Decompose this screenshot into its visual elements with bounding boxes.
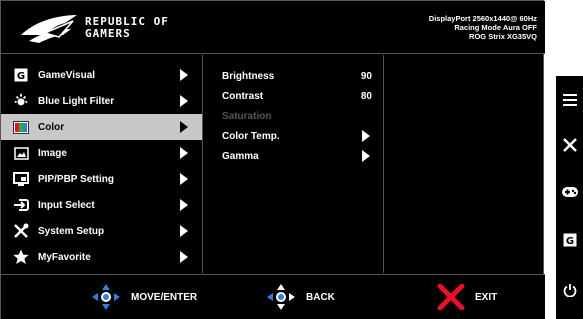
sub-menu-label: Brightness xyxy=(222,70,275,82)
sub-menu-item-color-temp[interactable]: Color Temp. xyxy=(222,127,372,145)
input-icon xyxy=(13,197,29,213)
sub-menu-label: Contrast xyxy=(222,90,264,102)
side-gamevisual-button[interactable]: G xyxy=(556,226,583,254)
main-menu-label: Color xyxy=(38,121,65,133)
sub-menu-item-brightness[interactable]: Brightness 90 xyxy=(222,67,372,85)
main-menu-item-input-select[interactable]: Input Select xyxy=(1,192,202,218)
sub-menu-item-saturation: Saturation xyxy=(222,107,372,125)
side-menu-button[interactable] xyxy=(556,86,583,114)
exit-hint: EXIT xyxy=(437,283,497,311)
value-panel xyxy=(385,55,545,273)
arrow-right-icon xyxy=(180,121,188,133)
input-info: DisplayPort 2560x1440@ 60Hz Racing Mode … xyxy=(429,14,537,41)
osd-panel: REPUBLIC OF GAMERS DisplayPort 2560x1440… xyxy=(0,0,545,319)
arrow-right-icon xyxy=(180,199,188,211)
side-close-button[interactable] xyxy=(556,131,583,159)
side-power-button[interactable] xyxy=(556,276,583,304)
sub-menu-label: Gamma xyxy=(222,150,259,162)
arrow-right-icon xyxy=(180,69,188,81)
sub-menu-label: Color Temp. xyxy=(222,130,280,142)
joystick-move-icon xyxy=(92,284,120,310)
arrow-right-icon xyxy=(180,251,188,263)
info-mode: Racing Mode Aura OFF xyxy=(454,23,537,32)
arrow-right-icon xyxy=(362,150,370,162)
main-menu-item-system-setup[interactable]: System Setup xyxy=(1,218,202,244)
arrow-right-icon xyxy=(180,173,188,185)
menu-area: G GameVisual Blue Light Filter Color Ima… xyxy=(1,55,545,273)
main-menu-item-color[interactable]: Color xyxy=(1,114,202,140)
main-menu-item-pip-pbp[interactable]: PIP/PBP Setting xyxy=(1,166,202,192)
arrow-right-icon xyxy=(180,225,188,237)
sub-menu-label: Saturation xyxy=(222,110,272,122)
star-icon xyxy=(13,249,29,265)
info-model: ROG Strix XG35VQ xyxy=(469,32,537,41)
tools-icon xyxy=(13,223,29,239)
info-resolution: DisplayPort 2560x1440@ 60Hz xyxy=(428,14,537,23)
move-enter-hint: MOVE/ENTER xyxy=(91,283,197,311)
arrow-right-icon xyxy=(180,95,188,107)
main-menu-label: GameVisual xyxy=(38,69,96,81)
main-menu: G GameVisual Blue Light Filter Color Ima… xyxy=(1,55,203,273)
power-icon xyxy=(563,284,576,297)
brand-text: REPUBLIC OF GAMERS xyxy=(85,16,169,40)
back-label: BACK xyxy=(306,291,335,303)
main-menu-label: Blue Light Filter xyxy=(38,95,115,107)
main-menu-item-gamevisual[interactable]: G GameVisual xyxy=(1,62,202,88)
brand-line2: GAMERS xyxy=(85,27,131,40)
main-menu-label: PIP/PBP Setting xyxy=(38,173,114,185)
svg-text:G: G xyxy=(17,71,25,82)
sub-menu: Brightness 90 Contrast 80 Saturation Col… xyxy=(204,55,384,273)
contrast-value: 80 xyxy=(360,90,372,102)
main-menu-label: Input Select xyxy=(38,199,95,211)
move-enter-label: MOVE/ENTER xyxy=(131,291,198,303)
gamevisual-icon: G xyxy=(563,233,576,247)
arrow-right-icon xyxy=(180,147,188,159)
exit-x-icon xyxy=(437,284,465,310)
gamepad-icon xyxy=(561,187,578,197)
back-hint: BACK xyxy=(266,283,335,311)
joystick-back-icon xyxy=(267,284,295,310)
exit-label: EXIT xyxy=(475,291,498,303)
side-button-strip: G xyxy=(556,76,583,319)
sub-menu-item-contrast[interactable]: Contrast 80 xyxy=(222,87,372,105)
gamevisual-icon: G xyxy=(13,67,29,83)
arrow-right-icon xyxy=(362,130,370,142)
main-menu-label: System Setup xyxy=(38,225,105,237)
osd-footer: MOVE/ENTER BACK EXIT xyxy=(1,274,545,319)
main-menu-label: MyFavorite xyxy=(38,251,91,263)
main-menu-item-image[interactable]: Image xyxy=(1,140,202,166)
blue-light-icon xyxy=(13,93,29,109)
osd-header: REPUBLIC OF GAMERS DisplayPort 2560x1440… xyxy=(1,1,545,54)
close-icon xyxy=(562,138,577,152)
brightness-value: 90 xyxy=(360,70,372,82)
sub-menu-item-gamma[interactable]: Gamma xyxy=(222,147,372,165)
svg-text:G: G xyxy=(565,236,573,247)
image-icon xyxy=(13,145,29,161)
main-menu-item-myfavorite[interactable]: MyFavorite xyxy=(1,244,202,270)
main-menu-label: Image xyxy=(38,147,67,159)
color-icon xyxy=(13,119,29,135)
pip-icon xyxy=(13,171,29,187)
side-gamepad-button[interactable] xyxy=(556,178,583,206)
main-menu-item-blue-light-filter[interactable]: Blue Light Filter xyxy=(1,88,202,114)
menu-icon xyxy=(562,94,577,106)
